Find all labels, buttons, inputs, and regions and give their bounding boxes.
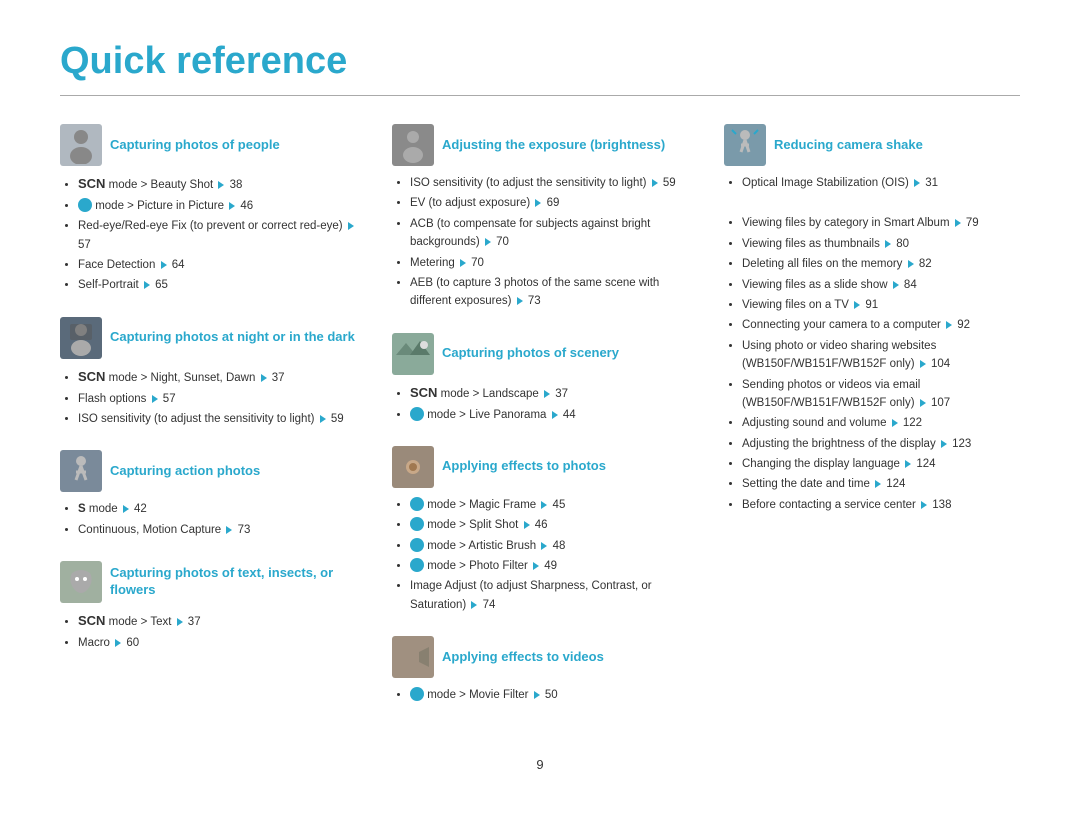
section-action: Capturing action photos S mode 42 Contin… xyxy=(60,450,356,539)
effects-photo-icon xyxy=(392,446,434,488)
list-item: ISO sensitivity (to adjust the sensitivi… xyxy=(410,174,688,192)
list-item: Setting the date and time 124 xyxy=(742,475,1020,493)
page-title: Quick reference xyxy=(60,40,1020,83)
list-item: mode > Picture in Picture 46 xyxy=(78,197,356,215)
section-shake-title: Reducing camera shake xyxy=(774,137,923,154)
section-text-list: SCN mode > Text 37 Macro 60 xyxy=(60,611,356,652)
list-item: Macro 60 xyxy=(78,634,356,652)
section-action-list: S mode 42 Continuous, Motion Capture 73 xyxy=(60,500,356,539)
list-item: Viewing files as a slide show 84 xyxy=(742,276,1020,294)
section-effects-photos-header: Applying effects to photos xyxy=(392,446,688,488)
list-item: mode > Artistic Brush 48 xyxy=(410,537,688,555)
list-item: Changing the display language 124 xyxy=(742,455,1020,473)
night-icon xyxy=(60,317,102,359)
section-people-list: SCN mode > Beauty Shot 38 mode > Picture… xyxy=(60,174,356,295)
action-icon xyxy=(60,450,102,492)
section-effects-photos-list: mode > Magic Frame 45 mode > Split Shot … xyxy=(392,496,688,614)
list-item: Face Detection 64 xyxy=(78,256,356,274)
list-item: Viewing files as thumbnails 80 xyxy=(742,235,1020,253)
column-3: Reducing camera shake Optical Image Stab… xyxy=(724,124,1020,727)
exposure-icon xyxy=(392,124,434,166)
list-item: mode > Movie Filter 50 xyxy=(410,686,688,704)
list-item: SCN mode > Text 37 xyxy=(78,611,356,632)
section-shake-header: Reducing camera shake xyxy=(724,124,1020,166)
section-action-header: Capturing action photos xyxy=(60,450,356,492)
section-people-title: Capturing photos of people xyxy=(110,137,280,154)
list-item: Connecting your camera to a computer 92 xyxy=(742,316,1020,334)
list-item: SCN mode > Landscape 37 xyxy=(410,383,688,404)
section-scenery: Capturing photos of scenery SCN mode > L… xyxy=(392,333,688,424)
text-icon xyxy=(60,561,102,603)
section-exposure-list: ISO sensitivity (to adjust the sensitivi… xyxy=(392,174,688,311)
list-item: Deleting all files on the memory 82 xyxy=(742,255,1020,273)
main-columns: Capturing photos of people SCN mode > Be… xyxy=(60,124,1020,727)
column-2: Adjusting the exposure (brightness) ISO … xyxy=(392,124,688,727)
list-item: Adjusting the brightness of the display … xyxy=(742,435,1020,453)
section-exposure-title: Adjusting the exposure (brightness) xyxy=(442,137,665,154)
section-viewing: Viewing files by category in Smart Album… xyxy=(724,214,1020,514)
section-effects-photos-title: Applying effects to photos xyxy=(442,458,606,475)
section-effects-videos-header: Applying effects to videos xyxy=(392,636,688,678)
list-item: S mode 42 xyxy=(78,500,356,518)
list-item: Before contacting a service center 138 xyxy=(742,496,1020,514)
scenery-icon xyxy=(392,333,434,375)
section-shake-list: Optical Image Stabilization (OIS) 31 xyxy=(724,174,1020,192)
section-scenery-list: SCN mode > Landscape 37 mode > Live Pano… xyxy=(392,383,688,424)
section-effects-videos-title: Applying effects to videos xyxy=(442,649,604,666)
section-action-title: Capturing action photos xyxy=(110,463,260,480)
list-item: Metering 70 xyxy=(410,254,688,272)
section-exposure: Adjusting the exposure (brightness) ISO … xyxy=(392,124,688,311)
list-item: ACB (to compensate for subjects against … xyxy=(410,215,688,252)
list-item: Red-eye/Red-eye Fix (to prevent or corre… xyxy=(78,217,356,254)
effects-video-icon xyxy=(392,636,434,678)
section-text: Capturing photos of text, insects, or fl… xyxy=(60,561,356,652)
section-people-header: Capturing photos of people xyxy=(60,124,356,166)
section-night-title: Capturing photos at night or in the dark xyxy=(110,329,355,346)
section-shake: Reducing camera shake Optical Image Stab… xyxy=(724,124,1020,192)
title-divider xyxy=(60,95,1020,96)
list-item: Viewing files by category in Smart Album… xyxy=(742,214,1020,232)
list-item: Flash options 57 xyxy=(78,390,356,408)
section-people: Capturing photos of people SCN mode > Be… xyxy=(60,124,356,295)
list-item: ISO sensitivity (to adjust the sensitivi… xyxy=(78,410,356,428)
section-text-header: Capturing photos of text, insects, or fl… xyxy=(60,561,356,603)
list-item: SCN mode > Beauty Shot 38 xyxy=(78,174,356,195)
list-item: mode > Split Shot 46 xyxy=(410,516,688,534)
section-scenery-title: Capturing photos of scenery xyxy=(442,345,619,362)
list-item: Sending photos or videos via email (WB15… xyxy=(742,376,1020,413)
page-number: 9 xyxy=(60,757,1020,772)
list-item: Continuous, Motion Capture 73 xyxy=(78,521,356,539)
list-item: mode > Live Panorama 44 xyxy=(410,406,688,424)
section-text-title: Capturing photos of text, insects, or fl… xyxy=(110,565,356,599)
section-viewing-list: Viewing files by category in Smart Album… xyxy=(724,214,1020,514)
list-item: Viewing files on a TV 91 xyxy=(742,296,1020,314)
section-night-header: Capturing photos at night or in the dark xyxy=(60,317,356,359)
section-effects-photos: Applying effects to photos mode > Magic … xyxy=(392,446,688,614)
section-exposure-header: Adjusting the exposure (brightness) xyxy=(392,124,688,166)
list-item: Optical Image Stabilization (OIS) 31 xyxy=(742,174,1020,192)
list-item: mode > Photo Filter 49 xyxy=(410,557,688,575)
list-item: Image Adjust (to adjust Sharpness, Contr… xyxy=(410,577,688,614)
section-scenery-header: Capturing photos of scenery xyxy=(392,333,688,375)
list-item: Adjusting sound and volume 122 xyxy=(742,414,1020,432)
list-item: SCN mode > Night, Sunset, Dawn 37 xyxy=(78,367,356,388)
list-item: AEB (to capture 3 photos of the same sce… xyxy=(410,274,688,311)
person-icon xyxy=(60,124,102,166)
list-item: EV (to adjust exposure) 69 xyxy=(410,194,688,212)
list-item: Using photo or video sharing websites (W… xyxy=(742,337,1020,374)
section-night-list: SCN mode > Night, Sunset, Dawn 37 Flash … xyxy=(60,367,356,429)
section-night: Capturing photos at night or in the dark… xyxy=(60,317,356,429)
column-1: Capturing photos of people SCN mode > Be… xyxy=(60,124,356,727)
list-item: mode > Magic Frame 45 xyxy=(410,496,688,514)
section-effects-videos-list: mode > Movie Filter 50 xyxy=(392,686,688,704)
list-item: Self-Portrait 65 xyxy=(78,276,356,294)
shake-icon xyxy=(724,124,766,166)
section-effects-videos: Applying effects to videos mode > Movie … xyxy=(392,636,688,704)
